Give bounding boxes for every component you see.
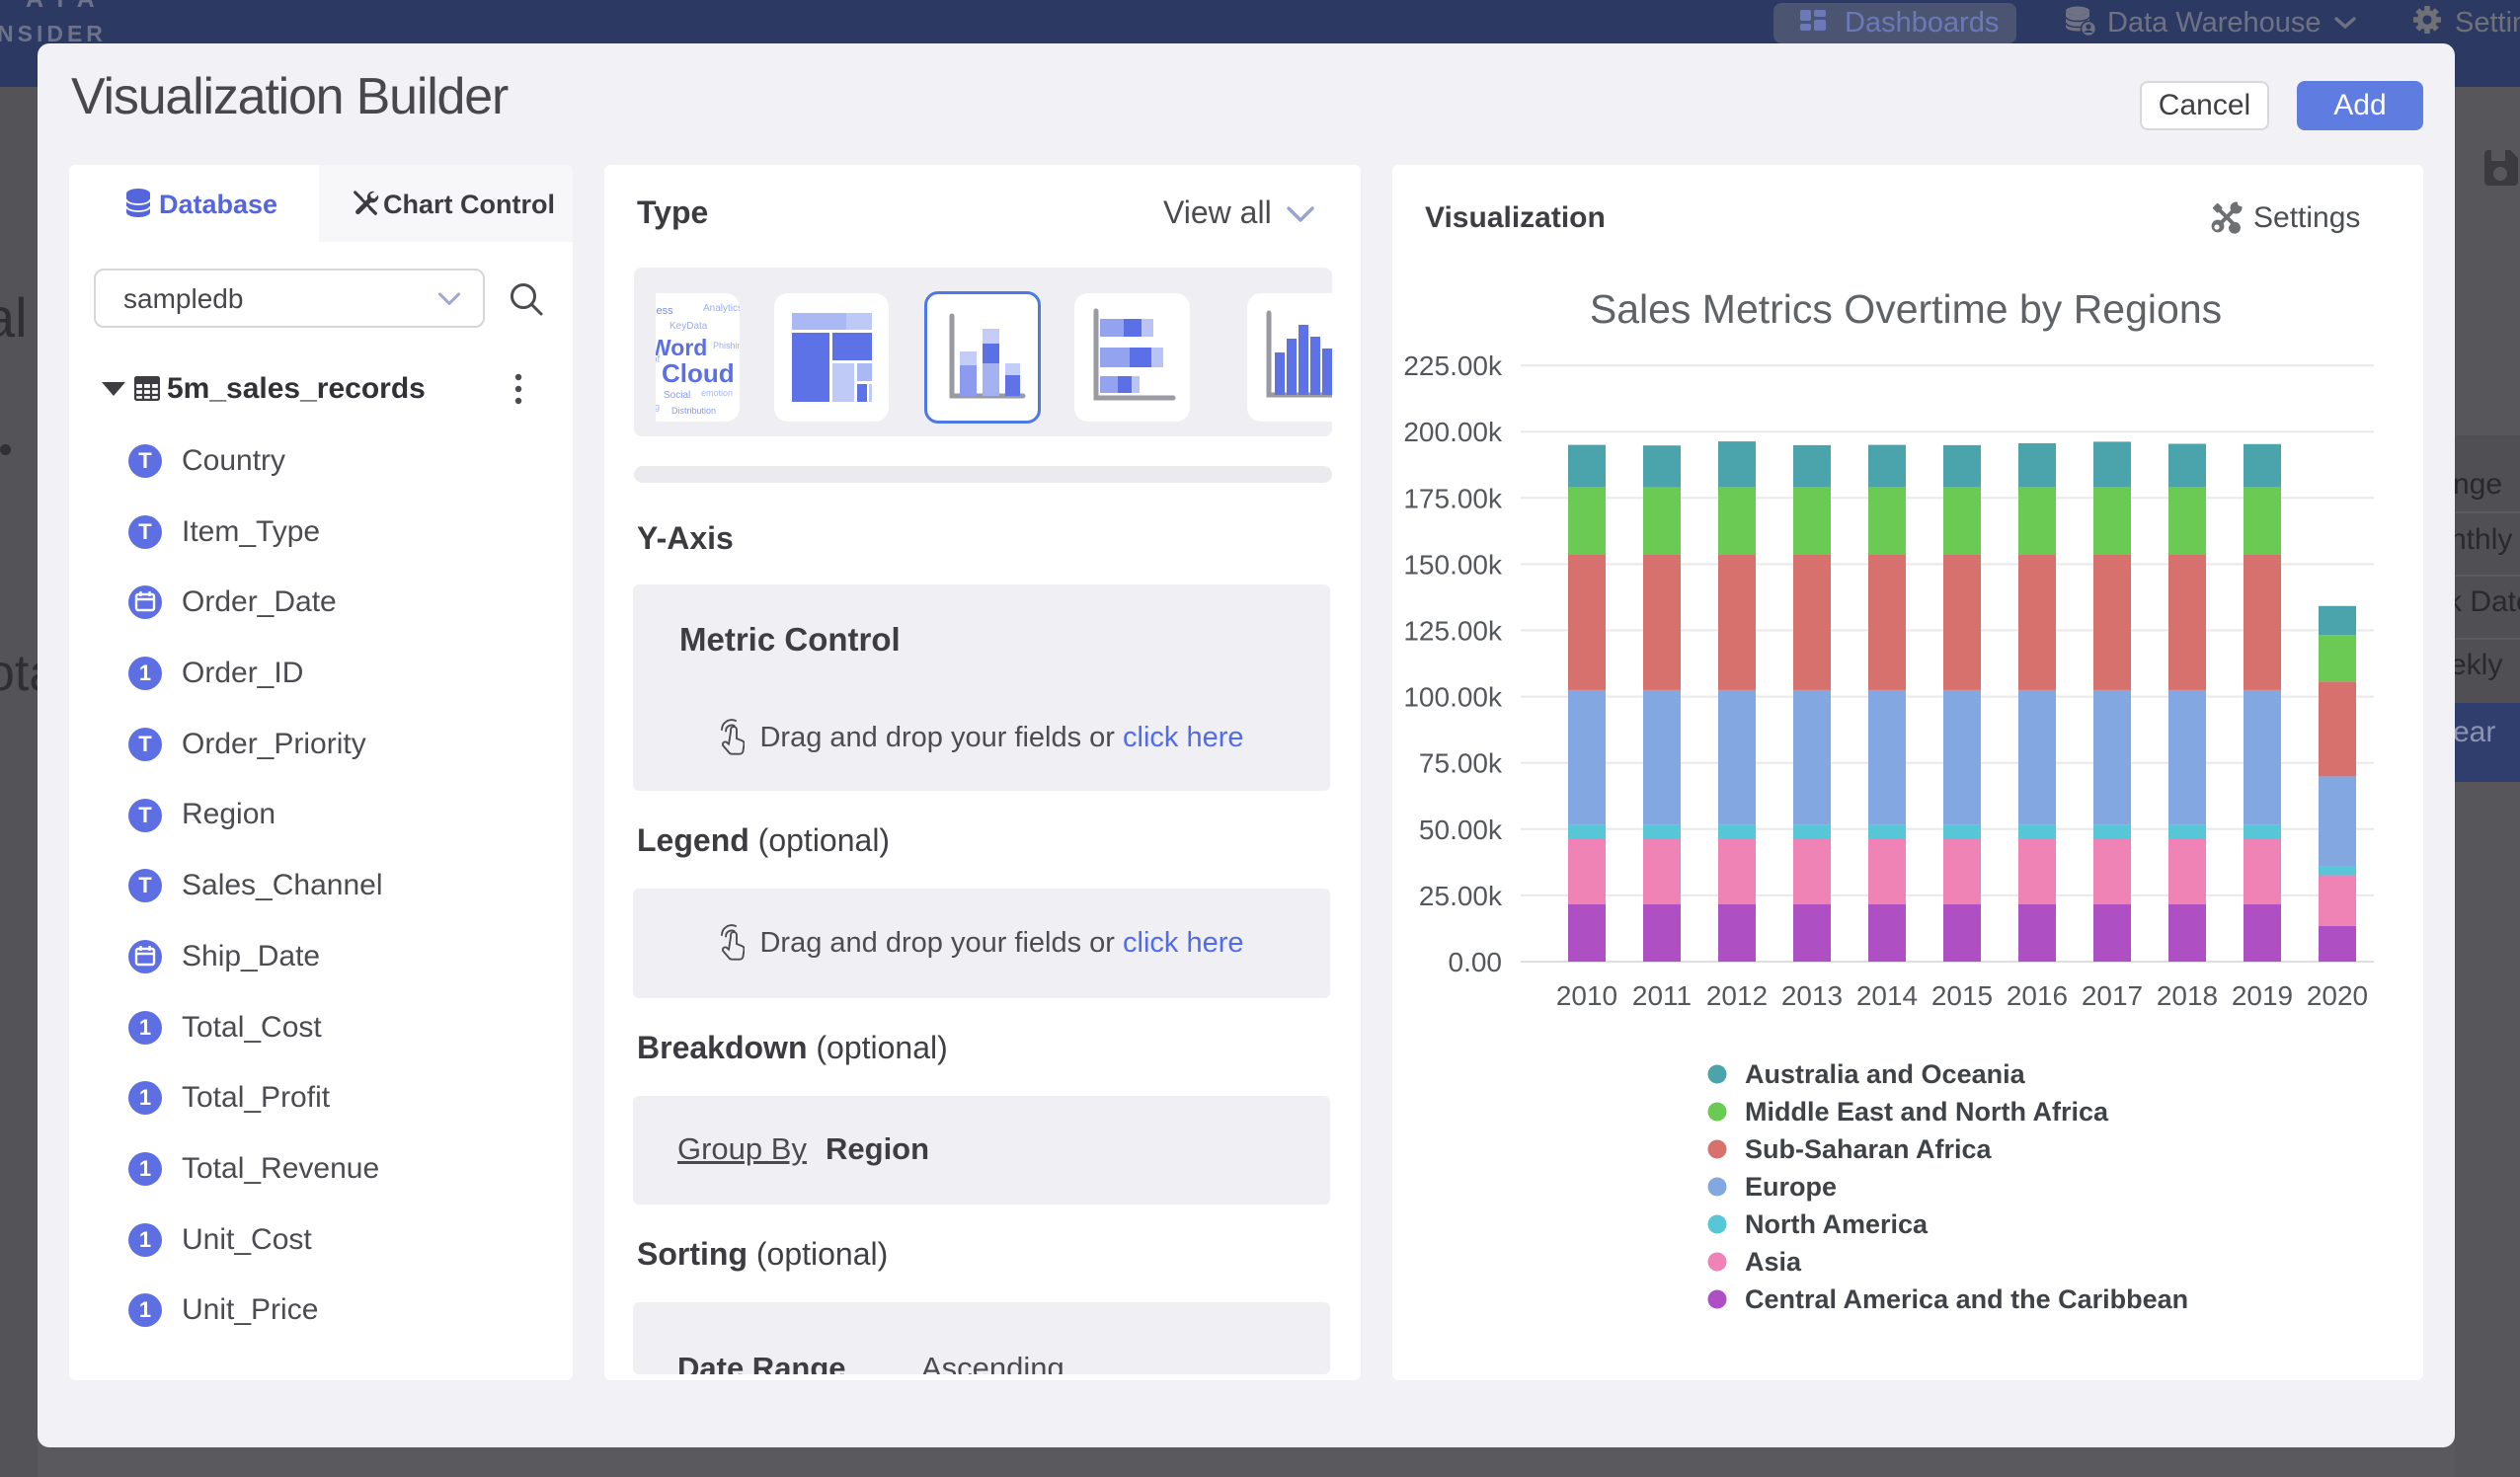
svg-text:Asia: Asia	[1745, 1247, 1802, 1277]
svg-text:2013: 2013	[1781, 980, 1843, 1011]
svg-text:125.00k: 125.00k	[1403, 616, 1503, 647]
svg-text:1: 1	[139, 661, 151, 685]
svg-text:T: T	[138, 519, 152, 544]
svg-text:1: 1	[139, 1085, 151, 1110]
svg-text:175.00k: 175.00k	[1403, 483, 1503, 513]
svg-text:225.00k: 225.00k	[1403, 350, 1503, 381]
svg-text:North America: North America	[1745, 1209, 1929, 1239]
svg-text:Sales Metrics Overtime by Regi: Sales Metrics Overtime by Regions	[1590, 286, 2222, 332]
svg-text:2010: 2010	[1556, 980, 1617, 1011]
svg-text:2017: 2017	[2082, 980, 2143, 1011]
svg-text:2012: 2012	[1706, 980, 1768, 1011]
svg-text:100.00k: 100.00k	[1403, 682, 1503, 713]
svg-text:1: 1	[139, 1297, 151, 1322]
svg-text:Australia and Oceania: Australia and Oceania	[1745, 1059, 2026, 1089]
svg-text:T: T	[138, 803, 152, 827]
svg-text:Europe: Europe	[1745, 1172, 1837, 1202]
svg-text:2016: 2016	[2007, 980, 2068, 1011]
svg-text:75.00k: 75.00k	[1419, 748, 1503, 779]
svg-text:50.00k: 50.00k	[1419, 815, 1503, 845]
svg-text:Sub-Saharan Africa: Sub-Saharan Africa	[1745, 1134, 1993, 1164]
svg-text:0.00: 0.00	[1449, 947, 1503, 977]
svg-text:2015: 2015	[1931, 980, 1993, 1011]
svg-text:T: T	[138, 873, 152, 897]
svg-text:1: 1	[139, 1227, 151, 1252]
svg-text:200.00k: 200.00k	[1403, 417, 1503, 447]
svg-text:T: T	[138, 732, 152, 756]
svg-text:25.00k: 25.00k	[1419, 881, 1503, 911]
svg-text:2020: 2020	[2307, 980, 2368, 1011]
svg-text:2019: 2019	[2232, 980, 2293, 1011]
svg-text:1: 1	[139, 1156, 151, 1181]
svg-text:2014: 2014	[1856, 980, 1918, 1011]
svg-text:1: 1	[139, 1015, 151, 1040]
svg-text:2011: 2011	[1632, 980, 1692, 1011]
svg-text:Central America and the Caribb: Central America and the Caribbean	[1745, 1284, 2188, 1314]
svg-text:T: T	[138, 448, 152, 473]
svg-text:Middle East and North Africa: Middle East and North Africa	[1745, 1097, 2109, 1127]
svg-text:150.00k: 150.00k	[1403, 549, 1503, 580]
svg-text:2018: 2018	[2157, 980, 2218, 1011]
